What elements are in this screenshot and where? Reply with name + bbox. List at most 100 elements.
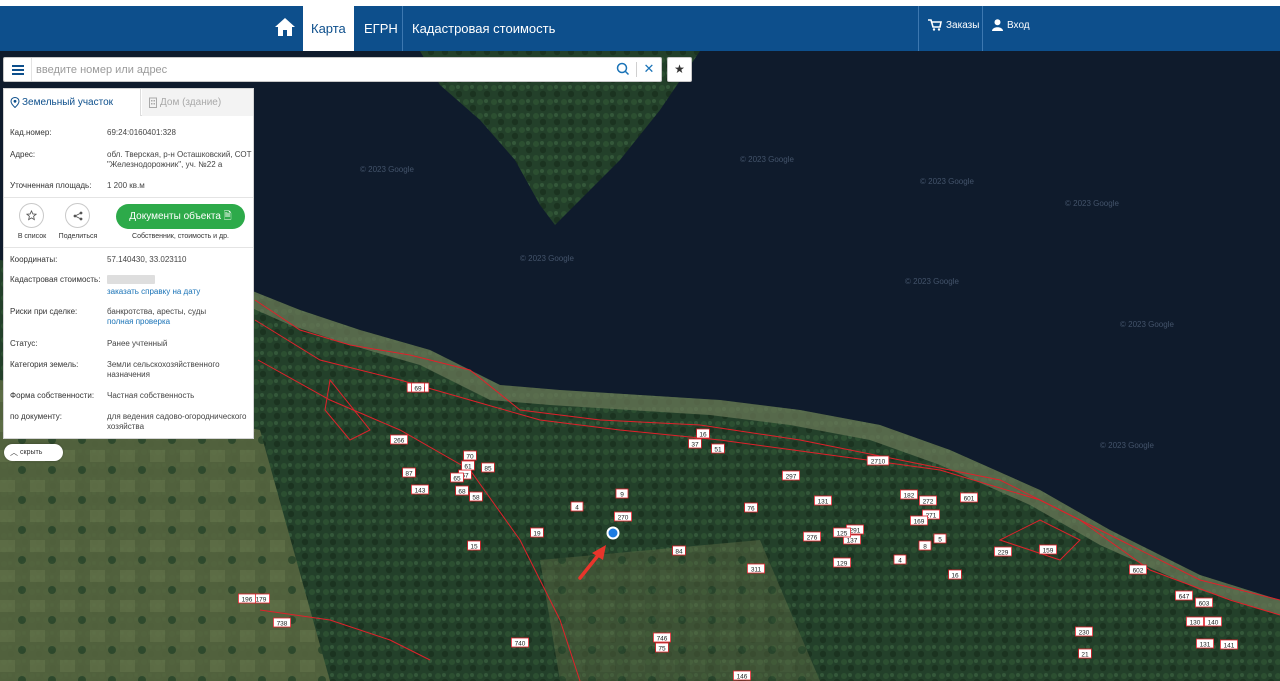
parcel-label[interactable]: 146 — [733, 670, 752, 681]
parcel-label[interactable]: 140 — [1204, 616, 1223, 627]
parcel-label[interactable]: 169 — [910, 515, 929, 526]
parcel-label[interactable]: 229 — [994, 546, 1013, 557]
parcel-label[interactable]: 131 — [814, 495, 833, 506]
full-check-link[interactable]: полная проверка — [107, 317, 170, 326]
parcel-label[interactable]: 601 — [960, 492, 979, 503]
parcel-label[interactable]: 182 — [900, 489, 919, 500]
parcel-label[interactable]: 143 — [410, 484, 429, 495]
nav-divider — [402, 6, 403, 51]
search-bar: ✕ — [3, 57, 662, 82]
parcel-label[interactable]: 61 — [461, 460, 475, 471]
parcel-number: 16 — [951, 572, 959, 579]
parcel-label[interactable]: 15 — [467, 540, 481, 551]
parcel-label[interactable]: 740 — [510, 637, 529, 648]
parcel-label[interactable]: 21 — [1078, 648, 1092, 659]
tab-egrn[interactable]: ЕГРН — [356, 6, 406, 51]
parcel-number: 603 — [1199, 600, 1210, 607]
field-label: Форма собственности: — [10, 391, 95, 400]
home-button[interactable] — [270, 12, 300, 42]
orders-button[interactable]: Заказы — [928, 19, 979, 31]
parcel-label[interactable]: 2710 — [866, 455, 890, 466]
parcel-label[interactable]: 69 — [411, 382, 425, 393]
tab-map[interactable]: Карта — [303, 6, 354, 51]
parcel-label[interactable]: 230 — [1075, 626, 1094, 637]
panel-tabs: Земельный участок Дом (здание) — [4, 89, 253, 116]
parcel-label[interactable]: 130 — [1186, 616, 1205, 627]
parcel-label[interactable]: 75 — [655, 642, 669, 653]
hide-panel-button[interactable]: ︿ скрыть — [4, 444, 63, 461]
parcel-number: 21 — [1081, 651, 1089, 658]
documents-button[interactable]: Документы объекта 🗎 — [116, 204, 245, 229]
share-button[interactable] — [65, 203, 90, 228]
parcel-label[interactable]: 8 — [918, 540, 932, 551]
parcel-label[interactable]: 276 — [803, 531, 822, 542]
parcel-number: 141 — [1224, 642, 1235, 649]
tab-land-plot[interactable]: Земельный участок — [4, 89, 141, 116]
parcel-label[interactable]: 131 — [1196, 638, 1215, 649]
parcel-number: 8 — [923, 543, 927, 550]
parcel-label[interactable]: 87 — [402, 467, 416, 478]
parcel-label[interactable]: 70 — [463, 450, 477, 461]
risks-text: банкротства, аресты, суды — [107, 307, 207, 316]
parcel-number: 179 — [256, 596, 267, 603]
parcel-label[interactable]: 16 — [948, 569, 962, 580]
parcel-label[interactable]: 159 — [1039, 544, 1058, 555]
favorites-button[interactable]: ★ — [667, 57, 692, 82]
parcel-label[interactable]: 125 — [833, 527, 852, 538]
parcel-label[interactable]: 84 — [672, 545, 686, 556]
parcel-number: 230 — [1079, 629, 1090, 636]
parcel-label[interactable]: 647 — [1175, 590, 1194, 601]
parcel-number: 129 — [837, 560, 848, 567]
parcel-number: 131 — [818, 498, 829, 505]
parcel-label[interactable]: 297 — [782, 470, 801, 481]
parcel-label[interactable]: 141 — [1220, 639, 1239, 650]
parcel-label[interactable]: 76 — [744, 502, 758, 513]
field-value: заказать справку на дату — [107, 275, 253, 297]
top-navigation: Карта ЕГРН Кадастровая стоимость Заказы … — [0, 6, 1280, 51]
parcel-label[interactable]: 5 — [933, 533, 947, 544]
parcel-label[interactable]: 270 — [614, 511, 633, 522]
parcel-number: 229 — [998, 549, 1009, 556]
parcel-label[interactable]: 603 — [1195, 597, 1214, 608]
login-button[interactable]: Вход — [992, 19, 1030, 31]
clear-icon[interactable]: ✕ — [641, 61, 657, 77]
parcel-label[interactable]: 16 — [696, 428, 710, 439]
parcel-label[interactable]: 272 — [919, 495, 938, 506]
parcel-label[interactable]: 65 — [450, 472, 464, 483]
parcel-label[interactable]: 4 — [893, 554, 907, 565]
parcel-label[interactable]: 19 — [530, 527, 544, 538]
watermark: © 2023 Google — [520, 254, 574, 263]
parcel-label[interactable]: 266 — [389, 434, 408, 445]
parcel-label[interactable]: 58 — [469, 491, 483, 502]
field-value: 57.140430, 33.023110 — [107, 255, 187, 264]
parcel-label[interactable]: 602 — [1129, 564, 1148, 575]
parcel-label[interactable]: 738 — [272, 617, 291, 628]
parcel-label[interactable]: 37 — [688, 438, 702, 449]
add-to-list-button[interactable] — [19, 203, 44, 228]
map-pin-icon — [10, 97, 20, 108]
parcel-number: 125 — [837, 530, 848, 537]
parcel-label[interactable]: 311 — [747, 563, 766, 574]
parcel-number: 140 — [1208, 619, 1219, 626]
search-input[interactable] — [36, 60, 606, 79]
search-button[interactable] — [616, 62, 632, 78]
tab-land-plot-label: Земельный участок — [22, 97, 114, 108]
order-certificate-link[interactable]: заказать справку на дату — [107, 287, 200, 296]
tab-building[interactable]: Дом (здание) — [142, 89, 253, 116]
parcel-label[interactable]: 746 — [653, 632, 672, 643]
cadastral-number-link[interactable]: 69:24:0160401:328 — [107, 128, 253, 138]
parcel-label[interactable]: 196 — [237, 593, 256, 604]
field-value: Земли сельскохозяйственного назначения — [107, 360, 220, 379]
parcel-label[interactable]: 4 — [570, 501, 584, 512]
parcel-number: 2710 — [871, 458, 886, 465]
parcel-number: 272 — [923, 498, 934, 505]
parcel-label[interactable]: 9 — [615, 488, 629, 499]
field-value: Ранее учтенный — [107, 339, 168, 348]
field-label: Риски при сделке: — [10, 307, 78, 316]
parcel-label[interactable]: 68 — [455, 485, 469, 496]
parcel-label[interactable]: 85 — [481, 462, 495, 473]
tab-cadastral-value[interactable]: Кадастровая стоимость — [404, 6, 563, 51]
parcel-label[interactable]: 129 — [833, 557, 852, 568]
menu-button[interactable] — [4, 58, 32, 81]
parcel-label[interactable]: 51 — [711, 443, 725, 454]
